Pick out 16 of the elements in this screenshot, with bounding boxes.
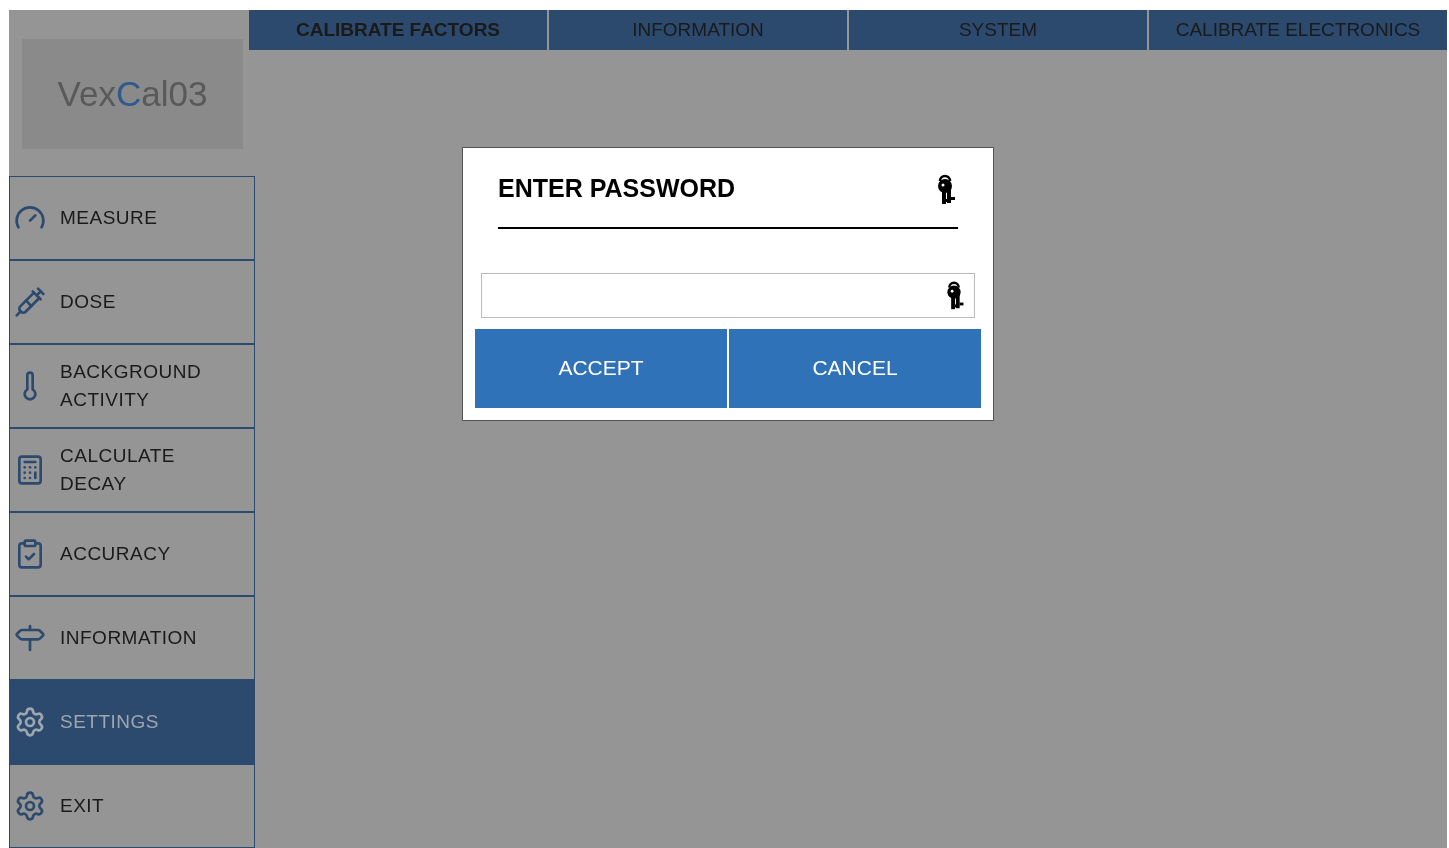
sidebar-item[interactable]: INFORMATION [9,596,255,680]
gear-icon [14,790,46,822]
sidebar-item[interactable]: BACKGROUND ACTIVITY [9,344,255,428]
sidebar-item[interactable]: CALCULATE DECAY [9,428,255,512]
cancel-button[interactable]: CANCEL [729,328,981,408]
sidebar-item[interactable]: DOSE [9,260,255,344]
password-field[interactable] [481,272,975,318]
sidebar-item[interactable]: MEASURE [9,176,255,260]
sidebar-item[interactable]: SETTINGS [9,680,255,764]
sidebar-item[interactable]: ACCURACY [9,512,255,596]
dialog-title: ENTER PASSWORD [498,173,736,205]
gear-icon [14,706,46,738]
sidebar-item[interactable]: EXIT [9,764,255,848]
accept-button[interactable]: ACCEPT [475,328,727,408]
syringe-icon [14,286,46,318]
signpost-icon [14,622,46,654]
